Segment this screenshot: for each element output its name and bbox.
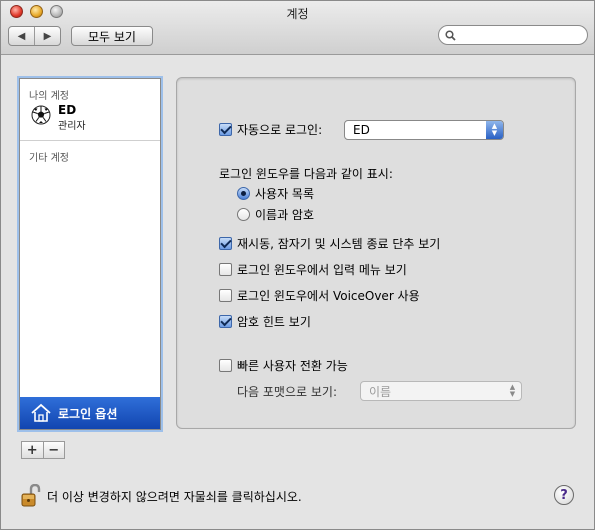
auto-login-label: 자동으로 로그인:: [237, 123, 323, 137]
view-as-popup[interactable]: 이름 ▲ ▼: [360, 381, 522, 401]
voiceover-label: 로그인 윈도우에서 VoiceOver 사용: [237, 289, 420, 303]
remove-account-button[interactable]: −: [44, 442, 65, 458]
account-role: 관리자: [58, 121, 86, 132]
login-options-item[interactable]: 로그인 옵션: [20, 397, 160, 429]
user-list-label: 사용자 목록: [255, 187, 315, 201]
back-forward-control: ◀ ▶: [8, 26, 61, 46]
title-bar: 계정 ◀ ▶ 모두 보기: [1, 1, 594, 55]
show-input-menu-label: 로그인 윈도우에서 입력 메뉴 보기: [237, 263, 407, 277]
popup-arrows-icon: ▲ ▼: [509, 383, 516, 398]
display-header-label: 로그인 윈도우를 다음과 같이 표시:: [219, 167, 393, 181]
name-password-label: 이름과 암호: [255, 208, 315, 222]
my-accounts-header: 나의 계정: [29, 91, 69, 102]
account-item-ed[interactable]: ED 관리자: [20, 101, 160, 137]
add-remove-control: + −: [21, 441, 65, 459]
show-restart-checkbox[interactable]: [219, 237, 232, 250]
search-icon: [445, 29, 456, 41]
soccer-ball-icon: [31, 105, 51, 125]
add-account-button[interactable]: +: [22, 442, 44, 458]
voiceover-row[interactable]: 로그인 윈도우에서 VoiceOver 사용: [219, 287, 420, 304]
fast-user-switching-label: 빠른 사용자 전환 가능: [237, 359, 348, 373]
popup-arrows-icon: ▲ ▼: [486, 121, 503, 139]
help-button[interactable]: ?: [554, 485, 574, 505]
forward-button[interactable]: ▶: [35, 27, 60, 45]
preferences-window: 계정 ◀ ▶ 모두 보기 나의 계정 ED 관리자 기타 계정 로그인 옵션 +…: [0, 0, 595, 530]
unlocked-padlock-icon[interactable]: [21, 484, 41, 508]
auto-login-user-popup[interactable]: ED ▲ ▼: [344, 120, 504, 140]
search-field[interactable]: [438, 25, 588, 45]
password-hints-row[interactable]: 암호 힌트 보기: [219, 313, 311, 330]
show-restart-label: 재시동, 잠자기 및 시스템 종료 단추 보기: [237, 237, 441, 251]
voiceover-checkbox[interactable]: [219, 289, 232, 302]
lock-row: 더 이상 변경하지 않으려면 자물쇠를 클릭하십시오.: [21, 484, 302, 508]
auto-login-row: 자동으로 로그인:: [219, 121, 322, 138]
show-input-menu-checkbox[interactable]: [219, 263, 232, 276]
accounts-sidebar: 나의 계정 ED 관리자 기타 계정 로그인 옵션: [19, 78, 161, 430]
view-as-label: 다음 포맷으로 보기:: [237, 385, 337, 399]
window-title: 계정: [286, 7, 309, 21]
name-password-radio[interactable]: [237, 208, 250, 221]
radio-user-list-row[interactable]: 사용자 목록: [237, 185, 314, 202]
show-input-menu-row[interactable]: 로그인 윈도우에서 입력 메뉴 보기: [219, 261, 407, 278]
back-button[interactable]: ◀: [9, 27, 35, 45]
view-as-row: 다음 포맷으로 보기:: [237, 383, 337, 400]
fast-user-switching-row[interactable]: 빠른 사용자 전환 가능: [219, 357, 348, 374]
view-as-value: 이름: [369, 384, 392, 399]
show-all-button[interactable]: 모두 보기: [71, 26, 153, 46]
password-hints-checkbox[interactable]: [219, 315, 232, 328]
password-hints-label: 암호 힌트 보기: [237, 315, 311, 329]
house-icon: [31, 403, 51, 422]
show-restart-row[interactable]: 재시동, 잠자기 및 시스템 종료 단추 보기: [219, 235, 440, 252]
account-name: ED: [58, 103, 77, 117]
user-list-radio[interactable]: [237, 187, 250, 200]
display-header: 로그인 윈도우를 다음과 같이 표시:: [219, 165, 393, 182]
login-options-label: 로그인 옵션: [58, 406, 118, 421]
fast-user-switching-checkbox[interactable]: [219, 359, 232, 372]
lock-message: 더 이상 변경하지 않으려면 자물쇠를 클릭하십시오.: [47, 489, 302, 504]
auto-login-user-value: ED: [353, 123, 370, 137]
login-options-panel: 자동으로 로그인: ED ▲ ▼ 로그인 윈도우를 다음과 같이 표시: 사용자 …: [176, 77, 576, 429]
search-input[interactable]: [460, 28, 580, 42]
radio-name-password-row[interactable]: 이름과 암호: [237, 206, 314, 223]
other-accounts-header: 기타 계정: [29, 153, 69, 164]
auto-login-checkbox[interactable]: [219, 123, 232, 136]
